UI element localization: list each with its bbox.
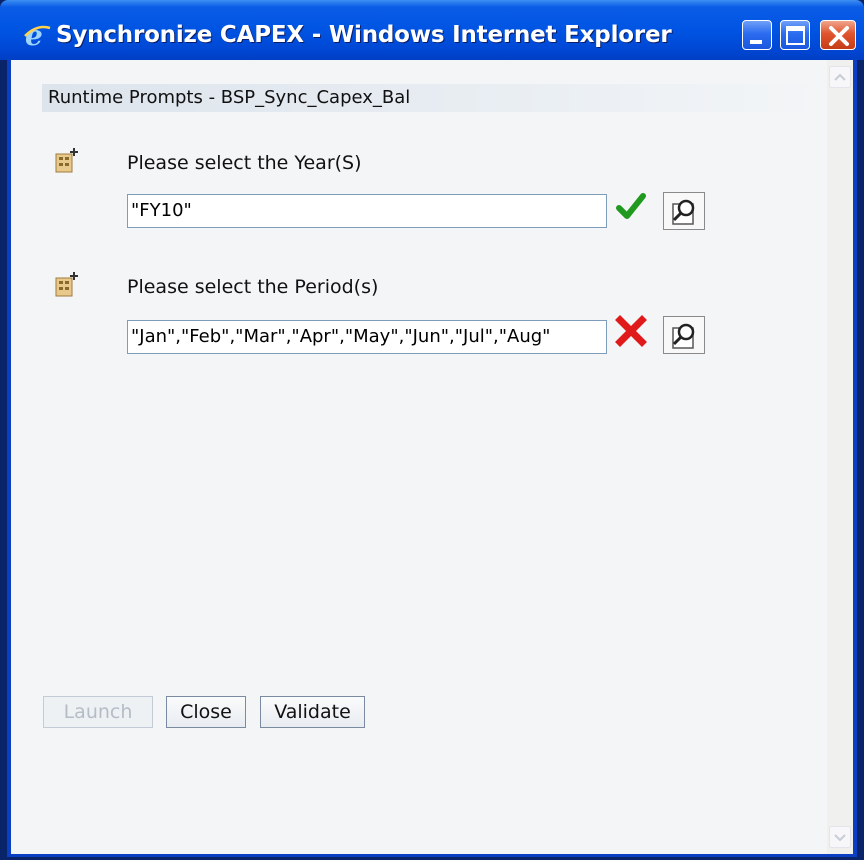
period-lookup-button[interactable] [663, 316, 705, 354]
period-prompt-label: Please select the Period(s) [127, 276, 379, 298]
period-input[interactable]: "Jan","Feb","Mar","Apr","May","Jun","Jul… [127, 320, 607, 354]
browser-window: e Synchronize CAPEX - Windows Internet E… [0, 0, 864, 860]
validate-button[interactable]: Validate [260, 696, 365, 728]
maximize-icon [786, 26, 805, 45]
prompts-header-title: Runtime Prompts - BSP_Sync_Capex_Bal [48, 87, 411, 108]
chevron-down-icon [834, 834, 846, 842]
magnifier-icon [672, 323, 695, 349]
close-window-button[interactable] [820, 20, 856, 50]
vertical-scrollbar[interactable] [827, 60, 853, 854]
scroll-down-button[interactable] [829, 826, 851, 848]
member-selection-icon [55, 148, 78, 173]
page-content: Runtime Prompts - BSP_Sync_Capex_Bal Ple… [7, 60, 857, 857]
member-selection-icon [55, 272, 78, 297]
red-x-icon [615, 315, 647, 347]
title-bar[interactable]: e Synchronize CAPEX - Windows Internet E… [0, 0, 864, 60]
minimize-icon [750, 40, 762, 44]
internet-explorer-icon: e [24, 20, 51, 50]
year-prompt-label: Please select the Year(S) [127, 152, 362, 174]
window-title: Synchronize CAPEX - Windows Internet Exp… [56, 22, 672, 48]
chevron-up-icon [834, 73, 846, 81]
year-lookup-button[interactable] [663, 192, 705, 230]
maximize-button[interactable] [780, 20, 810, 50]
minimize-button[interactable] [742, 20, 772, 50]
launch-button[interactable]: Launch [43, 696, 153, 728]
close-icon [829, 26, 849, 46]
close-button[interactable]: Close [166, 696, 246, 728]
prompts-header: Runtime Prompts - BSP_Sync_Capex_Bal [42, 84, 818, 112]
magnifier-icon [672, 199, 695, 225]
year-input[interactable]: "FY10" [127, 194, 607, 228]
green-check-icon [616, 192, 646, 222]
scroll-up-button[interactable] [829, 66, 851, 88]
